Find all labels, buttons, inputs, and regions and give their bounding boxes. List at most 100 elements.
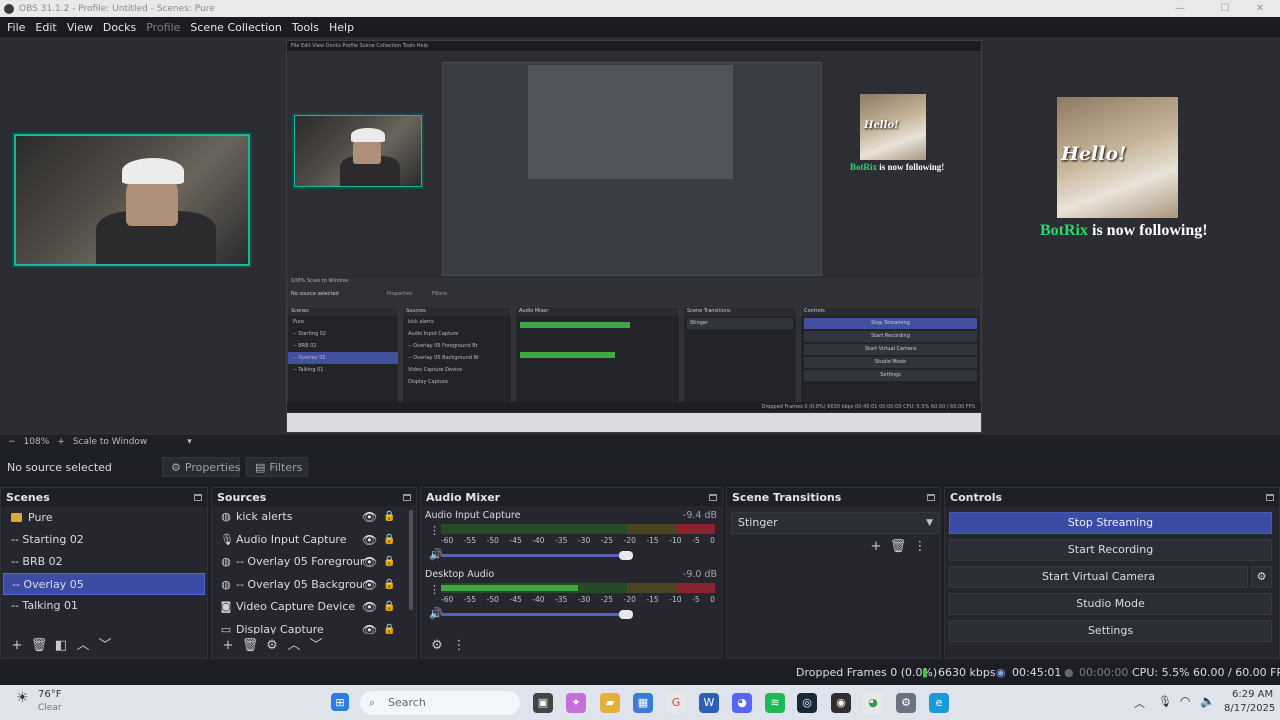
eye-icon[interactable]: 👁 <box>362 529 377 552</box>
chevron-down-icon[interactable]: ﹀ <box>95 637 115 655</box>
menu-view[interactable]: View <box>62 21 98 34</box>
minimize-button[interactable]: — <box>1160 0 1200 17</box>
scene-item-starting-02[interactable]: -- Starting 02 <box>3 529 205 551</box>
eye-icon[interactable]: 👁 <box>362 551 377 574</box>
scene-item-talking-01[interactable]: -- Talking 01 <box>3 595 205 617</box>
undock-icon[interactable] <box>927 493 935 501</box>
eye-icon[interactable]: 👁 <box>362 574 377 597</box>
chevron-up-icon[interactable]: ︿ <box>284 637 304 655</box>
scene-item-overlay-05[interactable]: -- Overlay 05 <box>3 573 205 595</box>
zoom-in-button[interactable]: + <box>57 437 65 447</box>
virtual-camera-settings-button[interactable]: ⚙ <box>1251 566 1272 588</box>
start-recording-button[interactable]: Start Recording <box>949 539 1272 561</box>
zoom-out-button[interactable]: − <box>8 437 16 447</box>
globe-icon: ◍ <box>221 510 231 523</box>
eye-icon[interactable]: 👁 <box>362 619 377 635</box>
undock-icon[interactable] <box>194 493 202 501</box>
scale-mode-dropdown[interactable]: Scale to Window <box>73 437 147 447</box>
task-view-icon[interactable]: ▣ <box>533 693 553 713</box>
scene-filter-button[interactable]: ◧ <box>51 637 71 655</box>
transition-select[interactable]: Stinger ▼ <box>731 512 939 534</box>
volume-slider-handle[interactable] <box>619 610 634 619</box>
menu-help[interactable]: Help <box>324 21 359 34</box>
kebab-menu-icon[interactable]: ⋮ <box>429 583 440 596</box>
word-icon[interactable]: W <box>699 693 719 713</box>
menu-file[interactable]: File <box>2 21 30 34</box>
google-chrome-icon[interactable]: G <box>666 693 686 713</box>
sources-scrollbar[interactable] <box>409 510 413 610</box>
gear-icon[interactable]: ⚙ <box>427 637 447 655</box>
kebab-menu-icon[interactable]: ⋮ <box>910 538 930 556</box>
source-item[interactable]: ◙ Video Capture Device 👁 🔒 <box>212 596 416 619</box>
trash-icon[interactable]: 🗑 <box>888 538 908 556</box>
chevron-up-icon[interactable]: ︿ <box>1134 695 1145 711</box>
kebab-menu-icon[interactable]: ⋮ <box>429 524 440 537</box>
undock-icon[interactable] <box>403 493 411 501</box>
start-virtual-camera-button[interactable]: Start Virtual Camera <box>949 566 1248 588</box>
source-item[interactable]: ◍ -- Overlay 05 Background Br 👁 🔒 <box>212 574 416 597</box>
close-button[interactable]: ✕ <box>1240 0 1280 17</box>
menu-profile[interactable]: Profile <box>141 21 185 34</box>
volume-meter <box>441 583 715 593</box>
weather-temp[interactable]: 76°F <box>38 689 61 700</box>
settings-button[interactable]: Settings <box>949 620 1272 642</box>
clock-time[interactable]: 6:29 AM <box>1232 689 1273 700</box>
preview-canvas[interactable]: File Edit View Docks Profile Scene Colle… <box>0 37 1280 435</box>
chevron-down-icon[interactable]: ▾ <box>187 437 192 447</box>
add-scene-button[interactable]: + <box>7 637 27 655</box>
settings-gear-icon[interactable]: ⚙ <box>896 693 916 713</box>
windows-start-icon[interactable]: ⊞ <box>331 693 349 711</box>
store-icon[interactable]: ▦ <box>633 693 653 713</box>
menu-edit[interactable]: Edit <box>30 21 61 34</box>
trash-icon[interactable]: 🗑 <box>240 637 260 655</box>
microphone-icon[interactable]: 🎙 <box>1158 695 1172 708</box>
volume-slider[interactable] <box>441 551 634 560</box>
copilot-icon[interactable]: ✦ <box>566 693 586 713</box>
properties-button[interactable]: ⚙ Properties <box>162 457 240 477</box>
source-item[interactable]: 🎙 Audio Input Capture 👁 🔒 <box>212 529 416 552</box>
scene-item-brb-02[interactable]: -- BRB 02 <box>3 551 205 573</box>
chrome-icon[interactable]: ◕ <box>863 693 883 713</box>
lock-icon[interactable]: 🔒 <box>383 506 395 529</box>
taskbar-search[interactable]: ⌕ Search <box>360 691 520 715</box>
eye-icon[interactable]: 👁 <box>362 506 377 529</box>
lock-icon[interactable]: 🔒 <box>383 619 395 635</box>
source-item[interactable]: ◍ kick alerts 👁 🔒 <box>212 506 416 529</box>
chevron-down-icon[interactable]: ﹀ <box>306 637 326 655</box>
menu-tools[interactable]: Tools <box>287 21 324 34</box>
studio-mode-button[interactable]: Studio Mode <box>949 593 1272 615</box>
lock-icon[interactable]: 🔒 <box>383 574 395 597</box>
volume-slider-handle[interactable] <box>619 551 634 560</box>
edge-icon[interactable]: e <box>929 693 949 713</box>
spotify-icon[interactable]: ≋ <box>765 693 785 713</box>
menu-scene-collection[interactable]: Scene Collection <box>185 21 286 34</box>
discord-icon[interactable]: ◕ <box>732 693 752 713</box>
lock-icon[interactable]: 🔒 <box>383 551 395 574</box>
add-source-button[interactable]: + <box>218 637 238 655</box>
filters-button[interactable]: ▤ Filters <box>246 457 308 477</box>
source-item[interactable]: ◍ -- Overlay 05 Foreground Br 👁 🔒 <box>212 551 416 574</box>
add-transition-button[interactable]: + <box>866 538 886 556</box>
chevron-up-icon[interactable]: ︿ <box>73 637 93 655</box>
volume-slider[interactable] <box>441 610 634 619</box>
kebab-menu-icon[interactable]: ⋮ <box>449 637 469 655</box>
maximize-button[interactable]: ☐ <box>1205 0 1245 17</box>
source-item[interactable]: ▭ Display Capture 👁 🔒 <box>212 619 416 635</box>
undock-icon[interactable] <box>1266 493 1274 501</box>
steam-icon[interactable]: ◎ <box>797 693 817 713</box>
volume-icon[interactable]: 🔈 <box>1200 694 1215 708</box>
eye-icon[interactable]: 👁 <box>362 596 377 619</box>
clock-date[interactable]: 8/17/2025 <box>1224 703 1275 714</box>
nested-alert-gif: Hello! <box>860 94 926 160</box>
stop-streaming-button[interactable]: Stop Streaming <box>949 512 1272 534</box>
lock-icon[interactable]: 🔒 <box>383 529 395 552</box>
obs-taskbar-icon[interactable]: ◉ <box>831 693 851 713</box>
wifi-icon[interactable]: ◠ <box>1180 694 1190 708</box>
lock-icon[interactable]: 🔒 <box>383 596 395 619</box>
undock-icon[interactable] <box>709 493 717 501</box>
scene-item-pure[interactable]: Pure <box>3 507 205 529</box>
gear-icon[interactable]: ⚙ <box>262 637 282 655</box>
file-explorer-icon[interactable]: ▰ <box>600 693 620 713</box>
trash-icon[interactable]: 🗑 <box>29 637 49 655</box>
menu-docks[interactable]: Docks <box>98 21 141 34</box>
